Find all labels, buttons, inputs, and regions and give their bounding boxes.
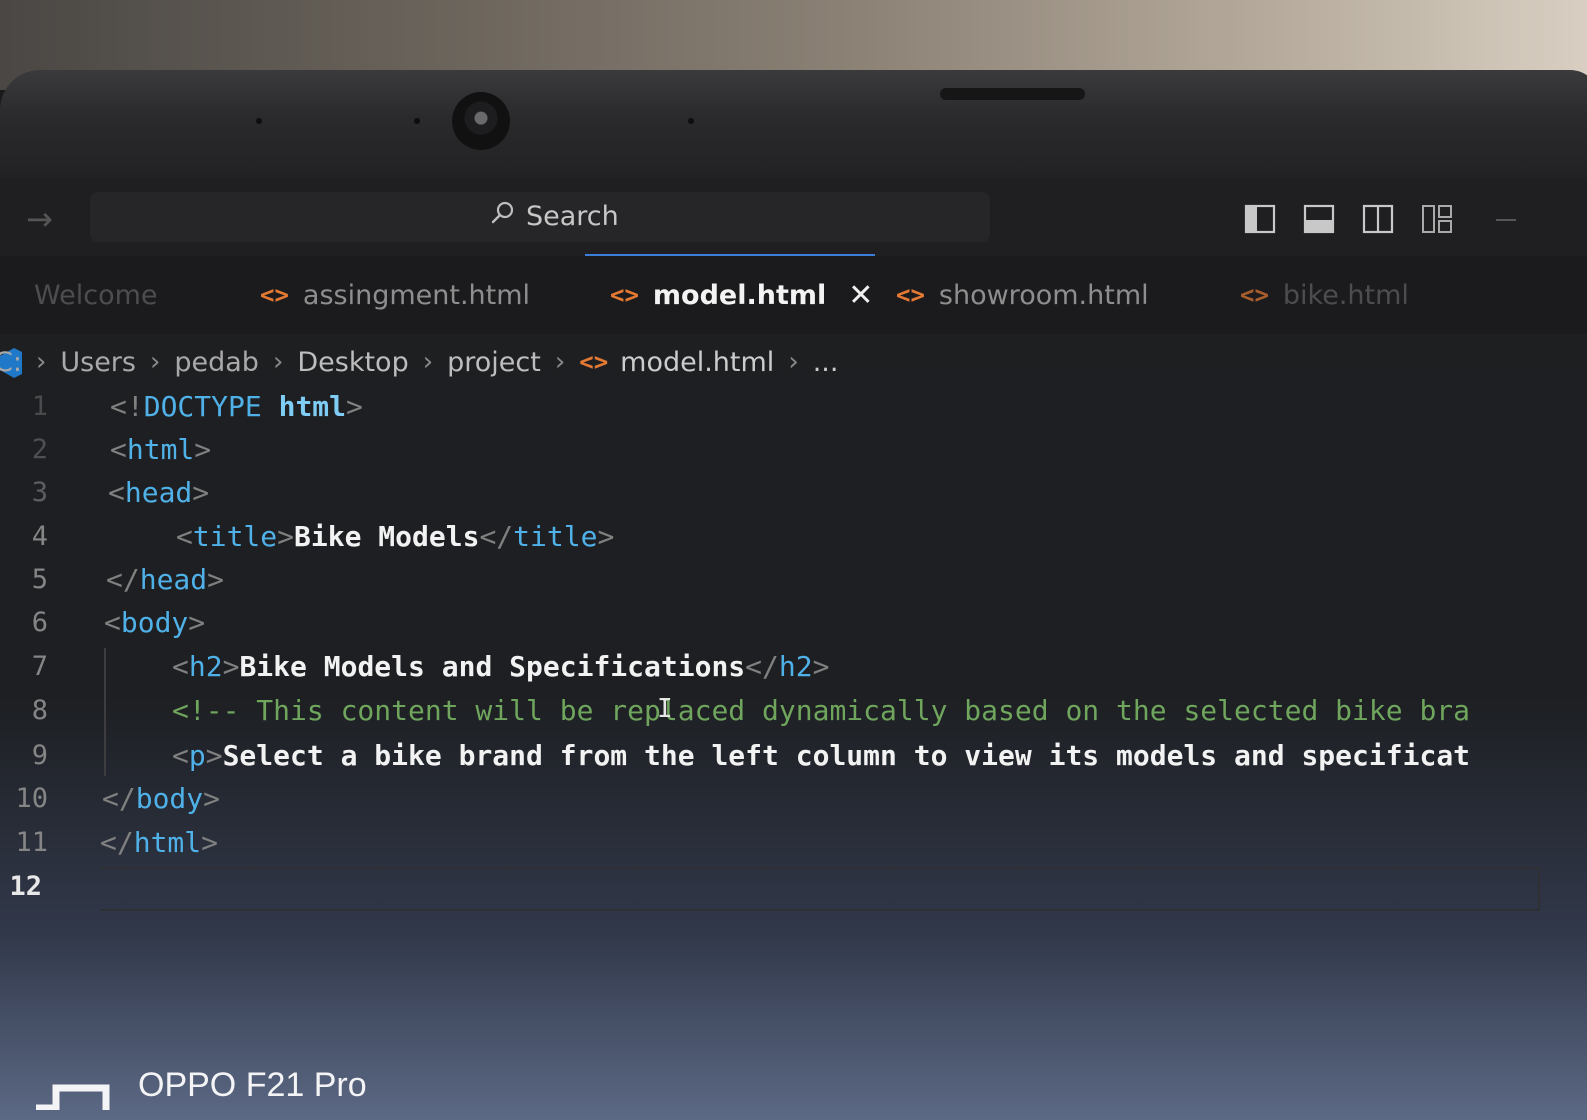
search-icon xyxy=(491,201,514,224)
photo-frame: → Search Welcome <> assingment.html <> m… xyxy=(0,0,1587,1120)
line-number: 10 xyxy=(15,782,48,814)
code-line[interactable]: 6 <body> xyxy=(0,600,1560,644)
mic-dot-left xyxy=(256,118,262,124)
laptop-screen: → Search Welcome <> assingment.html <> m… xyxy=(0,178,1587,1120)
code-text: <h2>Bike Models and Specifications</h2> xyxy=(172,649,830,683)
tab-showroom-html[interactable]: <> showroom.html xyxy=(896,270,1149,320)
code-line[interactable]: 7 <h2>Bike Models and Specifications</h2… xyxy=(0,644,1560,688)
arrow-right-icon[interactable]: → xyxy=(26,200,53,238)
text-cursor-icon: I xyxy=(657,694,673,724)
line-number: 3 xyxy=(31,476,48,508)
command-center-search[interactable]: Search xyxy=(90,192,990,242)
code-line[interactable]: 4 <title>Bike Models</title> xyxy=(0,514,1560,558)
chevron-right-icon: › xyxy=(788,347,799,377)
code-text: <p>Select a bike brand from the left col… xyxy=(172,738,1471,772)
code-text: <title>Bike Models</title> xyxy=(176,519,615,553)
line-number: 2 xyxy=(31,433,48,465)
editor-tab-bar: Welcome <> assingment.html <> model.html… xyxy=(0,256,1587,378)
code-line-current[interactable]: 12 xyxy=(0,864,1560,908)
bezel-notch xyxy=(940,88,1085,100)
tab-label: bike.html xyxy=(1282,279,1409,311)
breadcrumb-users[interactable]: Users xyxy=(60,347,136,378)
breadcrumb-pedab[interactable]: pedab xyxy=(174,347,259,378)
code-line[interactable]: 3 <head> xyxy=(0,470,1560,514)
code-line[interactable]: 9 <p>Select a bike brand from the left c… xyxy=(0,733,1560,777)
code-text: </body> xyxy=(102,781,221,815)
line-number: 11 xyxy=(15,826,48,858)
tab-label: Welcome xyxy=(34,279,158,311)
camera-brand-logo xyxy=(36,1084,110,1110)
chevron-right-icon: › xyxy=(149,347,161,377)
breadcrumb: C: › Users › pedab › Desktop › project ›… xyxy=(0,334,1587,390)
tab-label: model.html xyxy=(652,279,827,311)
html-tag-icon: <> xyxy=(579,348,609,376)
mic-dot-mid xyxy=(414,118,420,124)
code-text: <!DOCTYPE html> xyxy=(110,389,363,423)
chevron-right-icon: › xyxy=(422,347,434,377)
code-line[interactable]: 8 <!-- This content will be replaced dyn… xyxy=(0,688,1560,732)
breadcrumb-file[interactable]: model.html xyxy=(620,347,774,378)
code-comment: <!-- This content will be replaced dynam… xyxy=(172,693,1471,727)
chevron-right-icon: › xyxy=(35,347,47,377)
code-text: <body> xyxy=(104,605,206,639)
mic-dot-right xyxy=(688,118,694,124)
toggle-primary-sidebar-icon[interactable] xyxy=(1244,204,1276,234)
html-tag-icon: <> xyxy=(896,281,925,309)
search-label: Search xyxy=(526,201,619,232)
code-text: </head> xyxy=(106,562,225,596)
line-number: 8 xyxy=(31,694,48,726)
camera-watermark: OPPO F21 Pro xyxy=(138,1066,367,1104)
minimize-icon[interactable] xyxy=(1490,204,1522,234)
html-tag-icon: <> xyxy=(1240,281,1269,309)
breadcrumb-desktop[interactable]: Desktop xyxy=(297,347,408,378)
tab-bike-html[interactable]: <> bike.html xyxy=(1240,270,1409,320)
line-number: 5 xyxy=(31,563,48,595)
tab-model-html[interactable]: <> model.html ✕ xyxy=(610,270,873,320)
code-text: <html> xyxy=(110,432,212,466)
code-line[interactable]: 2 <html> xyxy=(0,427,1560,471)
line-number: 4 xyxy=(31,520,48,552)
code-text: <head> xyxy=(108,475,210,509)
chevron-right-icon: › xyxy=(272,347,284,377)
chevron-right-icon: › xyxy=(554,347,566,377)
title-bar: → Search xyxy=(0,178,1587,257)
breadcrumb-project[interactable]: project xyxy=(447,347,541,378)
tab-assingment-html[interactable]: <> assingment.html xyxy=(260,270,530,320)
breadcrumb-drive[interactable]: C: xyxy=(0,347,22,378)
line-number: 12 xyxy=(9,870,42,902)
code-line[interactable]: 11 </html> xyxy=(0,820,1560,864)
line-number: 7 xyxy=(31,650,48,682)
code-text: </html> xyxy=(100,825,219,859)
close-icon[interactable]: ✕ xyxy=(848,278,873,313)
webcam-icon xyxy=(452,92,510,150)
customize-layout-icon[interactable] xyxy=(1421,204,1453,234)
tab-label: showroom.html xyxy=(938,279,1149,311)
line-number: 1 xyxy=(31,390,48,422)
line-number: 6 xyxy=(31,606,48,638)
breadcrumb-more[interactable]: ... xyxy=(813,347,839,378)
tab-label: assingment.html xyxy=(302,279,531,311)
toggle-panel-icon[interactable] xyxy=(1303,204,1335,234)
toggle-secondary-sidebar-icon[interactable] xyxy=(1362,204,1394,234)
line-number: 9 xyxy=(31,739,48,771)
code-editor[interactable]: 1 <!DOCTYPE html> 2 <html> 3 <head> 4 <t… xyxy=(0,390,1587,930)
tab-welcome[interactable]: Welcome xyxy=(34,270,158,320)
code-line[interactable]: 1 <!DOCTYPE html> xyxy=(0,384,1560,428)
html-tag-icon: <> xyxy=(610,281,639,309)
code-line[interactable]: 10 </body> xyxy=(0,776,1560,820)
html-tag-icon: <> xyxy=(260,281,289,309)
code-line[interactable]: 5 </head> xyxy=(0,557,1560,601)
laptop-bezel xyxy=(0,70,1587,190)
